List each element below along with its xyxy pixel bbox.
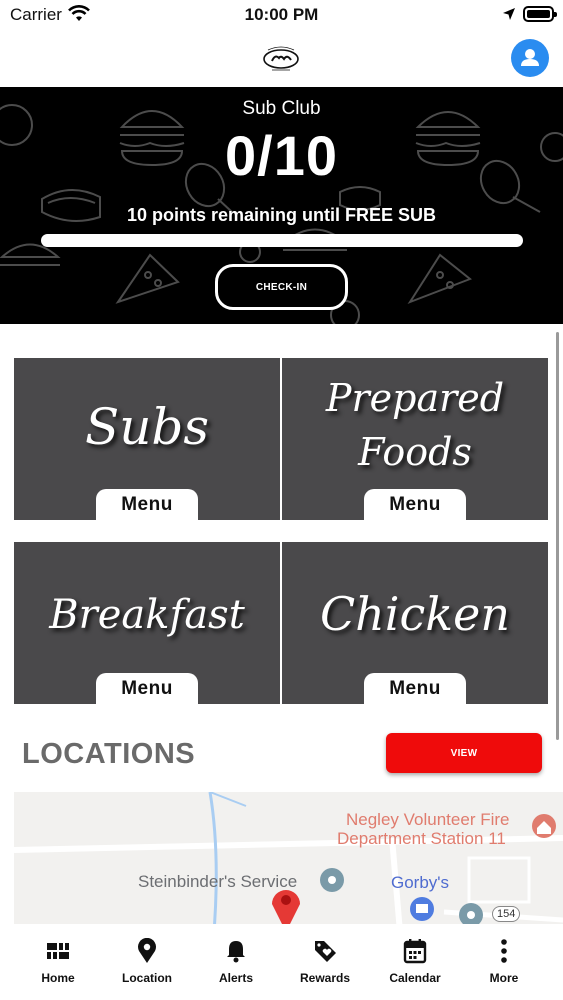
tab-calendar[interactable]: Calendar (370, 924, 460, 994)
tab-home-label: Home (41, 971, 75, 985)
tab-rewards[interactable]: Rewards (280, 924, 370, 994)
map-label-fire-station-2: Department Station 11 (337, 829, 506, 848)
sub-club-title: Sub Club (242, 98, 321, 119)
main-content[interactable]: Subs Menu Prepared Foods Menu Breakfast … (0, 324, 563, 924)
tab-more-label: More (489, 971, 519, 985)
battery-icon (523, 6, 557, 22)
prepared-foods-menu-button[interactable]: Menu (364, 489, 466, 520)
app-header (0, 30, 563, 87)
tab-location-label: Location (122, 971, 172, 985)
map-pin-icon (138, 938, 156, 963)
tag-heart-icon (315, 941, 336, 962)
tile-title-breakfast: Breakfast (49, 592, 245, 638)
status-bar: Carrier 10:00 PM (0, 0, 563, 30)
tab-location[interactable]: Location (102, 924, 192, 994)
clock-time: 10:00 PM (244, 5, 319, 24)
subs-menu-button[interactable]: Menu (96, 489, 198, 520)
calendar-icon (403, 939, 427, 964)
menu-tile-breakfast[interactable]: Breakfast Menu (14, 542, 280, 704)
menu-tile-subs[interactable]: Subs Menu (14, 358, 280, 520)
tab-home[interactable]: Home (13, 924, 103, 994)
view-locations-button[interactable]: VIEW (386, 733, 542, 773)
tile-title-chicken: Chicken (319, 587, 511, 641)
bell-icon (227, 941, 245, 963)
location-arrow-icon (503, 8, 515, 20)
map-label-fire-station-1: Negley Volunteer Fire (346, 810, 510, 829)
menu-tile-chicken[interactable]: Chicken Menu (282, 542, 548, 704)
user-icon (521, 49, 539, 66)
locations-map[interactable]: Negley Volunteer Fire Department Station… (14, 792, 563, 924)
scrollbar[interactable] (556, 332, 559, 740)
tile-title-subs: Subs (84, 398, 210, 456)
check-in-button[interactable]: CHECK-IN (215, 264, 348, 310)
tab-alerts[interactable]: Alerts (191, 924, 281, 994)
tab-alerts-label: Alerts (218, 971, 253, 985)
gorbys-logo (263, 46, 299, 71)
points-counter: 0/10 (225, 124, 338, 187)
route-badge: 154 (492, 906, 521, 922)
map-label-steinbinders: Steinbinder's Service (138, 872, 298, 891)
map-label-gorbys: Gorby's (391, 873, 450, 892)
breakfast-menu-button[interactable]: Menu (96, 673, 198, 704)
locations-heading: LOCATIONS (22, 738, 196, 770)
more-vertical-icon (501, 939, 507, 963)
profile-button[interactable] (511, 39, 549, 77)
tile-title-prepared: Prepared (325, 376, 505, 420)
points-remaining-text: 10 points remaining until FREE SUB (126, 205, 437, 225)
chicken-menu-button[interactable]: Menu (364, 673, 466, 704)
tab-rewards-label: Rewards (299, 971, 351, 985)
menu-tile-prepared-foods[interactable]: Prepared Foods Menu (282, 358, 548, 520)
tab-more[interactable]: More (459, 924, 549, 994)
sub-club-banner: Sub Club 0/10 10 points remaining until … (0, 87, 563, 324)
bottom-tab-bar: Home Location Alerts Rewards Calendar Mo… (0, 924, 563, 1000)
points-progress-bar (41, 234, 523, 247)
tab-calendar-label: Calendar (389, 971, 441, 985)
home-grid-icon (47, 943, 69, 959)
tile-title-foods: Foods (358, 430, 472, 474)
